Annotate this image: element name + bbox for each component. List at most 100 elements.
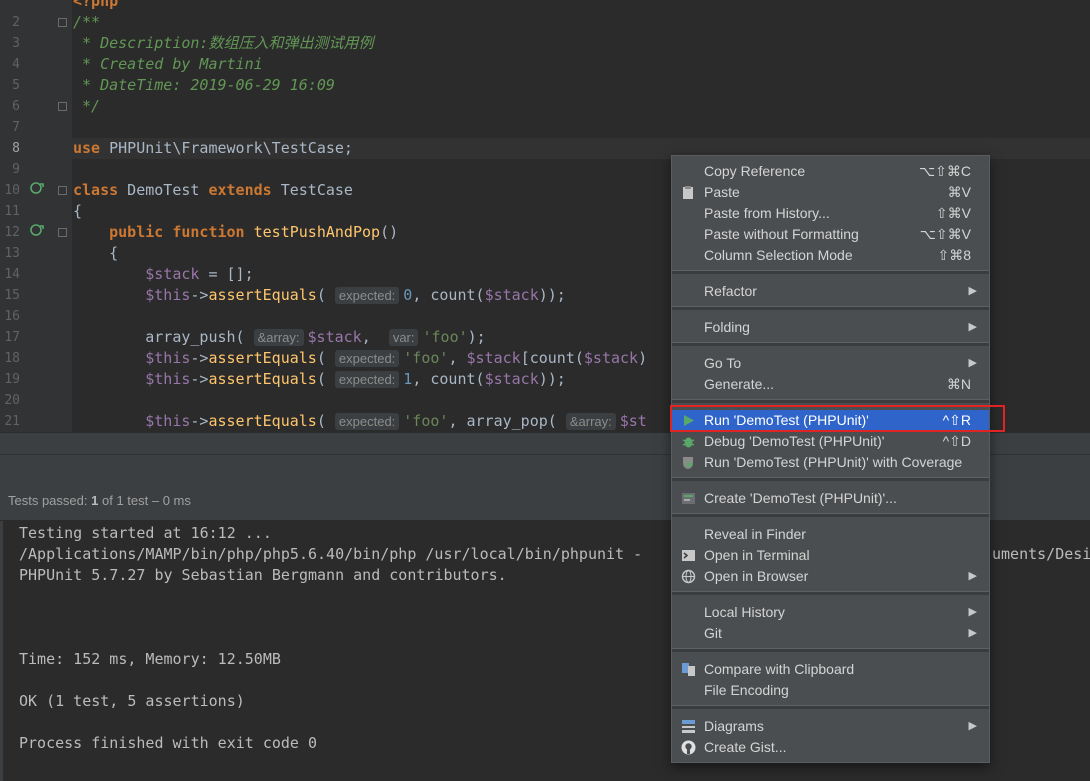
console-line: Time: 152 ms, Memory: 12.50MB	[19, 650, 281, 668]
parens: ()	[380, 223, 399, 241]
console-line: Process finished with exit code 0	[19, 734, 318, 752]
menu-separator	[672, 342, 989, 346]
line-number: 15	[4, 288, 20, 303]
menu-item-file-encoding[interactable]: File Encoding	[672, 680, 989, 701]
operator: ->	[190, 286, 209, 304]
php-config-icon	[681, 491, 696, 506]
code-text: = [];	[199, 265, 254, 283]
run-gutter-icon[interactable]	[29, 180, 45, 203]
menu-item-compare-with-clipboard[interactable]: Compare with Clipboard	[672, 659, 989, 680]
fold-marker-icon[interactable]	[58, 102, 67, 111]
menu-separator	[672, 591, 989, 595]
menu-item-diagrams[interactable]: Diagrams ▶	[672, 716, 989, 737]
menu-item-label: Reveal in Finder	[704, 526, 806, 542]
line-number: 7	[12, 120, 20, 135]
menu-item-label: Paste	[704, 184, 740, 200]
line-number: 18	[4, 351, 20, 366]
menu-item-paste-without-formatting[interactable]: Paste without Formatting ⌥⇧⌘V	[672, 224, 989, 245]
method-call: assertEquals	[208, 286, 317, 304]
menu-item-paste[interactable]: Paste ⌘V	[672, 182, 989, 203]
code-line: array_push( &array: $stack, var:'foo');	[145, 328, 486, 346]
fold-marker-icon[interactable]	[58, 228, 67, 237]
parameter-hint: expected:	[334, 287, 400, 304]
class-name: DemoTest	[118, 181, 209, 199]
menu-item-label: Diagrams	[704, 718, 764, 734]
menu-item-label: Open in Terminal	[704, 547, 810, 563]
menu-item-local-history[interactable]: Local History ▶	[672, 602, 989, 623]
submenu-arrow-icon: ▶	[968, 627, 977, 639]
fold-marker-icon[interactable]	[58, 18, 67, 27]
diagram-icon	[681, 719, 696, 734]
code-line: public function testPushAndPop()	[73, 222, 398, 243]
string: 'foo'	[403, 412, 449, 430]
menu-item-paste-from-history[interactable]: Paste from History... ⇧⌘V	[672, 203, 989, 224]
code-line: * DateTime: 2019-06-29 16:09	[73, 75, 335, 96]
menu-item-refactor[interactable]: Refactor ▶	[672, 281, 989, 302]
method-call: assertEquals	[208, 370, 317, 388]
menu-item-git[interactable]: Git ▶	[672, 623, 989, 644]
submenu-arrow-icon: ▶	[968, 606, 977, 618]
line-number: 13	[4, 246, 20, 261]
menu-item-debug-demotest[interactable]: Debug 'DemoTest (PHPUnit)' ^⇧D	[672, 431, 989, 452]
function-call: count(	[430, 370, 485, 388]
compare-icon	[681, 662, 696, 677]
doc-comment: */	[73, 97, 101, 115]
menu-item-run-with-coverage[interactable]: Run 'DemoTest (PHPUnit)' with Coverage	[672, 452, 989, 473]
test-duration: – 0 ms	[151, 493, 191, 508]
terminal-icon	[681, 548, 696, 563]
menu-item-open-in-terminal[interactable]: Open in Terminal	[672, 545, 989, 566]
menu-item-reveal-in-finder[interactable]: Reveal in Finder	[672, 524, 989, 545]
menu-separator	[672, 270, 989, 274]
doc-comment: /**	[73, 13, 101, 31]
parameter-hint: &array:	[565, 413, 616, 430]
menu-item-shortcut: ⇧⌘V	[935, 205, 971, 221]
number: 1	[403, 370, 413, 388]
submenu-arrow-icon: ▶	[968, 720, 977, 732]
menu-item-create-config[interactable]: Create 'DemoTest (PHPUnit)'...	[672, 488, 989, 509]
menu-item-shortcut: ⇧⌘8	[937, 247, 971, 263]
string: 'foo'	[403, 349, 449, 367]
line-number: 10	[4, 183, 20, 198]
menu-item-create-gist[interactable]: Create Gist...	[672, 737, 989, 758]
menu-separator	[672, 705, 989, 709]
run-gutter-icon[interactable]	[29, 222, 45, 245]
php-open-tag: <?php	[73, 0, 119, 10]
parameter-hint: expected:	[334, 371, 400, 388]
keyword: function	[172, 223, 245, 241]
menu-item-folding[interactable]: Folding ▶	[672, 317, 989, 338]
menu-separator	[672, 648, 989, 652]
menu-item-label: File Encoding	[704, 682, 789, 698]
fold-marker-icon[interactable]	[58, 186, 67, 195]
line-number: 14	[4, 267, 20, 282]
menu-item-copy-reference[interactable]: Copy Reference ⌥⇧⌘C	[672, 161, 989, 182]
menu-item-column-selection-mode[interactable]: Column Selection Mode ⇧⌘8	[672, 245, 989, 266]
menu-item-generate[interactable]: Generate... ⌘N	[672, 374, 989, 395]
menu-item-label: Git	[704, 625, 722, 641]
menu-separator	[672, 513, 989, 517]
menu-item-go-to[interactable]: Go To ▶	[672, 353, 989, 374]
variable: $this	[145, 349, 191, 367]
menu-item-label: Compare with Clipboard	[704, 661, 855, 677]
line-number: 12	[4, 225, 20, 240]
editor-gutter: 2 3 4 5 6 7 8 9 10 11 12 13 14 15 16 17 …	[0, 0, 72, 432]
console-line: Testing started at 16:12 ...	[19, 524, 272, 542]
github-icon	[681, 740, 696, 755]
menu-item-open-in-browser[interactable]: Open in Browser ▶	[672, 566, 989, 587]
code-line: <?php	[73, 0, 118, 12]
variable: $st	[619, 412, 647, 430]
line-number: 5	[12, 78, 20, 93]
keyword: class	[73, 181, 119, 199]
variable: $stack	[307, 328, 362, 346]
menu-item-label: Debug 'DemoTest (PHPUnit)'	[704, 433, 885, 449]
parameter-hint: &array:	[253, 329, 304, 346]
submenu-arrow-icon: ▶	[968, 570, 977, 582]
editor-context-menu[interactable]: Copy Reference ⌥⇧⌘C Paste ⌘V Paste from Hi…	[671, 155, 990, 763]
coverage-icon	[681, 455, 696, 470]
brace: {	[73, 202, 83, 220]
menu-item-label: Folding	[704, 319, 750, 335]
parameter-hint: expected:	[334, 413, 400, 430]
line-number: 6	[12, 99, 20, 114]
menu-item-label: Local History	[704, 604, 785, 620]
method-name: testPushAndPop	[253, 223, 381, 241]
line-number: 17	[4, 330, 20, 345]
